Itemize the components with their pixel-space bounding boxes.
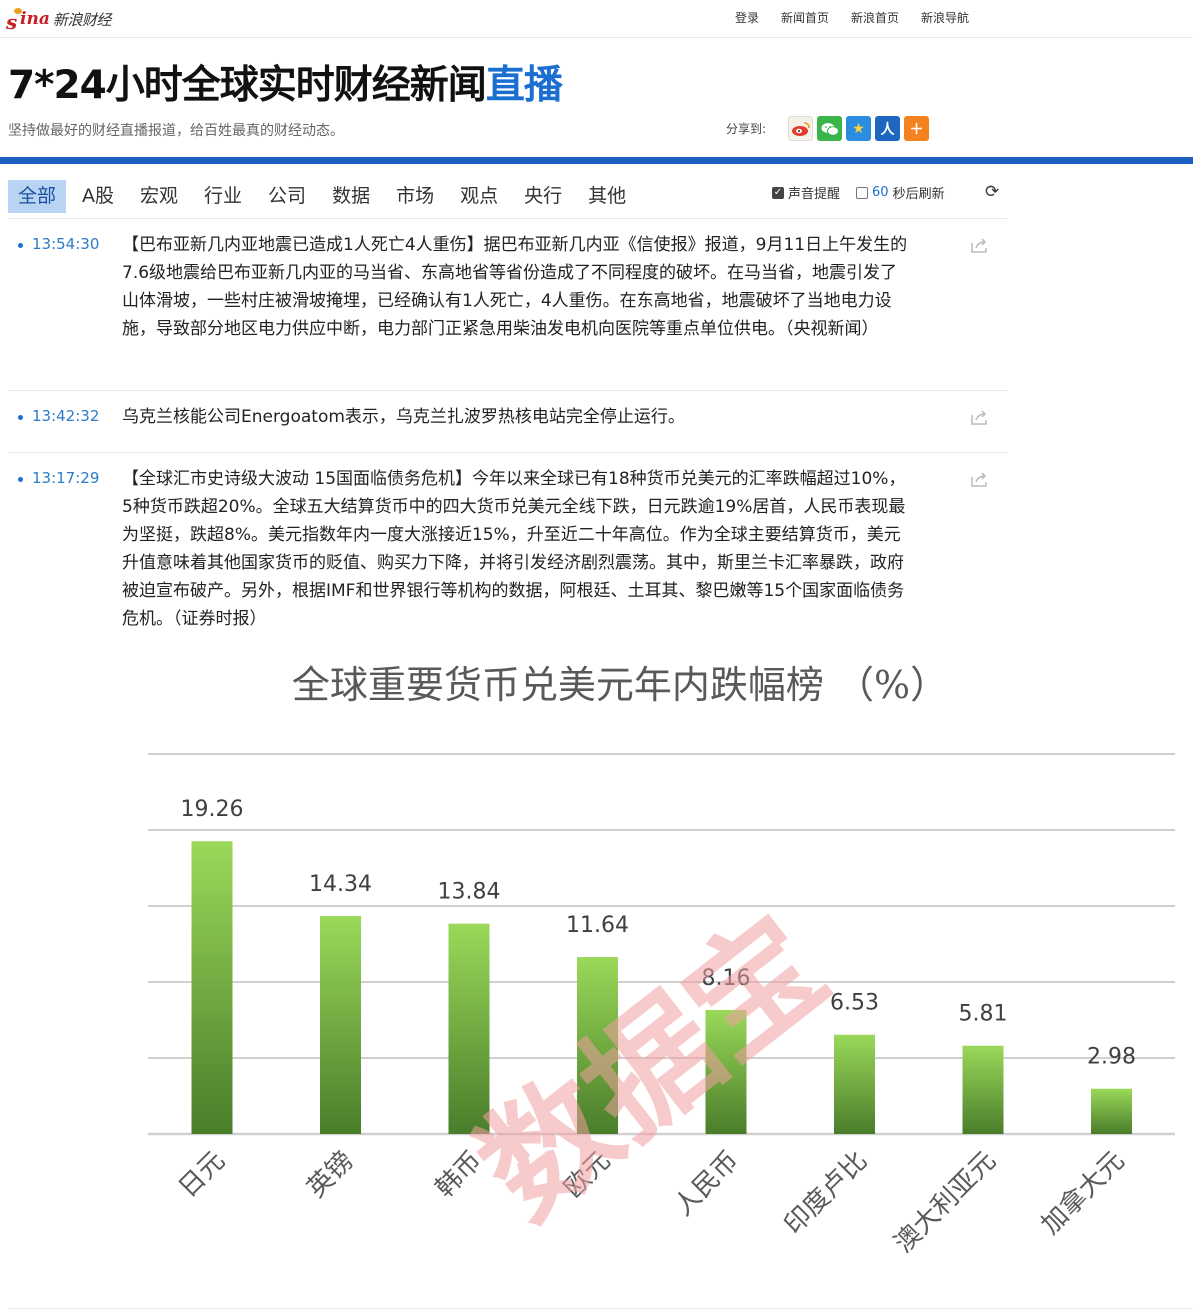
news-time: 13:54:30 — [32, 235, 100, 253]
category-label: 日元 — [173, 1146, 231, 1204]
bar-6 — [962, 1045, 1004, 1134]
refresh-label: 秒后刷新 — [892, 187, 945, 202]
news-divider — [8, 452, 1007, 453]
bar-value-label: 19.26 — [181, 797, 244, 822]
logo-text: 新浪财经 — [52, 10, 112, 29]
news-time: 13:17:29 — [32, 469, 100, 487]
currency-decline-chart: 全球重要货币兑美元年内跌幅榜 （%） 19.2614.34 13.8411.648… — [148, 663, 1175, 1259]
share-label: 分享到: — [726, 122, 767, 136]
news-bullet — [18, 243, 23, 248]
share-bar: 分享到: ★ 人 ＋ — [726, 116, 930, 141]
bar-0 — [191, 841, 233, 1134]
news-bullet — [18, 415, 23, 420]
tab-macro[interactable]: 宏观 — [130, 180, 188, 213]
tab-central-bank[interactable]: 央行 — [514, 180, 572, 213]
category-label: 澳大利亚元 — [889, 1146, 1002, 1259]
header-rule — [0, 157, 1193, 164]
category-label: 英镑 — [301, 1146, 359, 1204]
share-icon[interactable] — [970, 410, 989, 425]
page-title-highlight: 直播 — [485, 63, 563, 108]
bar-1 — [320, 916, 361, 1134]
page-title-prefix: 7*24小时全球实时财经新闻 — [8, 63, 487, 108]
tab-opinion[interactable]: 观点 — [450, 180, 508, 213]
tab-market[interactable]: 市场 — [386, 180, 444, 213]
bar-value-label: 13.84 — [438, 880, 501, 905]
refresh-icon[interactable]: ⟳ — [985, 182, 999, 202]
share-icon[interactable] — [970, 238, 989, 253]
news-item: 13:17:29 【全球汇市史诗级大波动 15国面临债务危机】今年以来全球已有1… — [8, 465, 1007, 645]
news-content: 乌克兰核能公司Energoatom表示，乌克兰扎波罗热核电站完全停止运行。 — [122, 407, 685, 427]
nav-news-home[interactable]: 新闻首页 — [781, 9, 829, 26]
news-content: 【全球汇市史诗级大波动 15国面临债务危机】今年以来全球已有18种货币兑美元的汇… — [122, 469, 906, 629]
qzone-star-icon[interactable]: ★ — [846, 116, 872, 141]
page-subtitle: 坚持做最好的财经直播报道，给百姓最真的财经动态。 — [8, 123, 344, 139]
weibo-icon[interactable] — [788, 116, 814, 141]
tab-industry[interactable]: 行业 — [194, 180, 252, 213]
category-label: 加拿大元 — [1036, 1146, 1131, 1241]
sound-label: 声音提醒 — [788, 187, 841, 202]
nav-sina-guide[interactable]: 新浪导航 — [921, 9, 969, 26]
more-share-icon[interactable]: ＋ — [904, 116, 930, 141]
top-bar: s ina 新浪财经 登录 新闻首页 新浪首页 新浪导航 — [0, 0, 1193, 38]
bar-value-label: 14.34 — [309, 872, 372, 897]
watermark-text: 数据宝 — [452, 888, 853, 1248]
bar-7 — [1091, 1088, 1132, 1134]
sound-checkbox[interactable]: ✓ — [772, 186, 784, 199]
category-label: 人民币 — [669, 1146, 745, 1222]
category-label: 印度卢比 — [779, 1146, 874, 1241]
bar-value-label: 11.64 — [566, 913, 629, 938]
bar-value-label: 2.98 — [1087, 1045, 1136, 1070]
tab-a-share[interactable]: A股 — [72, 180, 124, 213]
page-title: 7*24小时全球实时财经新闻直播 — [8, 54, 563, 110]
nav-login[interactable]: 登录 — [735, 9, 759, 26]
top-nav: 登录 新闻首页 新浪首页 新浪导航 — [735, 9, 969, 26]
tab-other[interactable]: 其他 — [578, 180, 636, 213]
logo-brand: ina — [20, 9, 50, 29]
news-content: 【巴布亚新几内亚地震已造成1人死亡4人重伤】据巴布亚新几内亚《信使报》报道，9月… — [122, 235, 908, 339]
share-icon[interactable] — [970, 472, 989, 487]
bar-5 — [834, 1034, 875, 1134]
news-divider — [8, 390, 1007, 391]
tab-data[interactable]: 数据 — [322, 180, 380, 213]
nav-sina-home[interactable]: 新浪首页 — [851, 9, 899, 26]
sina-finance-logo[interactable]: s ina 新浪财经 — [6, 6, 112, 34]
news-bullet — [18, 477, 23, 482]
news-item: 13:42:32 乌克兰核能公司Energoatom表示，乌克兰扎波罗热核电站完… — [8, 403, 1007, 443]
refresh-seconds: 60 — [872, 185, 889, 200]
live-options: ✓ 声音提醒 60 秒后刷新 — [772, 183, 945, 202]
renren-icon[interactable]: 人 — [875, 116, 901, 141]
auto-refresh-checkbox[interactable] — [856, 186, 869, 199]
chart-title: 全球重要货币兑美元年内跌幅榜 （%） — [292, 663, 948, 707]
tab-all[interactable]: 全部 — [8, 180, 67, 213]
bar-value-label: 5.81 — [959, 1002, 1008, 1027]
wechat-icon[interactable] — [817, 116, 843, 141]
sina-eye-icon: s — [6, 8, 22, 34]
news-time: 13:42:32 — [32, 407, 100, 425]
news-item: 13:54:30 【巴布亚新几内亚地震已造成1人死亡4人重伤】据巴布亚新几内亚《… — [8, 231, 1007, 381]
tab-company[interactable]: 公司 — [258, 180, 316, 213]
bottom-divider — [8, 1308, 1193, 1309]
